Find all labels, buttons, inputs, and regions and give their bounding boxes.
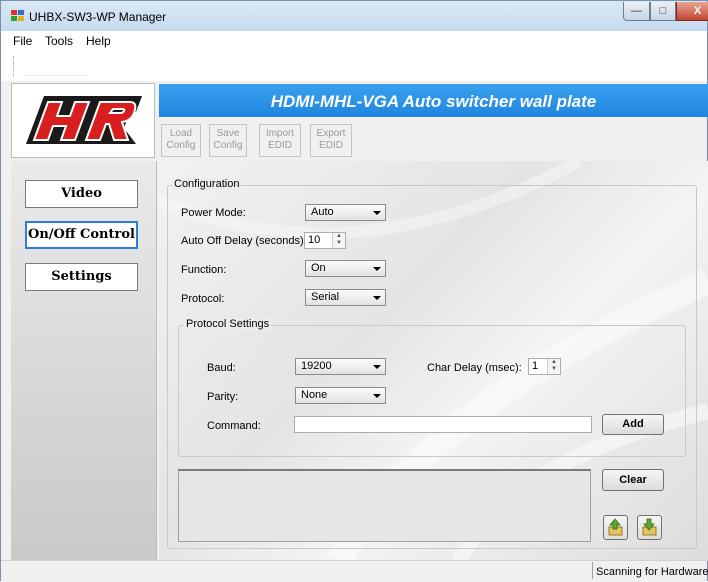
function-label: Function:: [181, 264, 227, 276]
export-edid-line2: EDID: [319, 140, 343, 151]
clear-button[interactable]: Clear: [602, 469, 664, 491]
char-delay-value: 1: [532, 360, 539, 372]
export-edid-line1: Export: [316, 128, 346, 139]
import-edid-line1: Import: [265, 128, 295, 139]
toolstrip-combo[interactable]: [25, 59, 87, 76]
power-mode-select[interactable]: Auto: [305, 204, 386, 221]
auto-off-delay-value: 10: [308, 234, 321, 246]
protocol-label: Protocol:: [181, 293, 225, 305]
banner: HDMI-MHL-VGA Auto switcher wall plate: [159, 84, 708, 117]
load-config-line1: Load: [169, 128, 193, 139]
command-label: Command:: [207, 420, 261, 432]
import-edid-line2: EDID: [268, 140, 292, 151]
status-separator: [592, 562, 593, 579]
tool-strip: [1, 51, 707, 81]
nav-settings-button[interactable]: Settings: [25, 263, 138, 291]
import-edid-button[interactable]: Import EDID: [259, 124, 301, 157]
spinner-arrows-icon[interactable]: ▲ ▼: [332, 233, 345, 248]
chevron-down-icon: [373, 211, 381, 215]
status-text: Scanning for Hardware ...: [596, 566, 708, 578]
auto-off-delay-spinner[interactable]: 10 ▲ ▼: [304, 232, 346, 249]
toolstrip-grip[interactable]: [13, 56, 16, 76]
upload-icon-button[interactable]: [603, 515, 628, 540]
banner-title: HDMI-MHL-VGA Auto switcher wall plate: [270, 92, 597, 111]
nav-onoff-control-button[interactable]: On/Off Control: [25, 221, 138, 249]
baud-value: 19200: [301, 360, 332, 372]
save-config-line2: Config: [213, 140, 243, 151]
save-config-line1: Save: [216, 128, 240, 139]
window-title: UHBX-SW3-WP Manager: [29, 10, 167, 24]
power-mode-value: Auto: [311, 206, 334, 218]
power-mode-label: Power Mode:: [181, 207, 246, 219]
menu-tools[interactable]: Tools: [45, 34, 73, 48]
protocol-select[interactable]: Serial: [305, 289, 386, 306]
logo: [11, 83, 155, 158]
add-button[interactable]: Add: [602, 414, 664, 435]
maximize-button[interactable]: □: [650, 2, 676, 21]
nav-video-button[interactable]: Video: [25, 180, 138, 208]
command-input[interactable]: [294, 416, 592, 433]
parity-value: None: [301, 389, 328, 401]
load-config-button[interactable]: Load Config: [161, 124, 201, 157]
sidebar: Video On/Off Control Settings: [11, 161, 157, 561]
auto-off-delay-label: Auto Off Delay (seconds):: [181, 235, 307, 247]
chevron-down-icon: [373, 394, 381, 398]
minimize-button[interactable]: —: [623, 2, 650, 21]
chevron-down-icon: [373, 296, 381, 300]
protocol-settings-group: [178, 325, 686, 457]
baud-label: Baud:: [207, 362, 236, 374]
spinner-arrows-icon[interactable]: ▲ ▼: [547, 359, 560, 374]
close-button[interactable]: X: [676, 2, 708, 21]
title-bar: UHBX-SW3-WP Manager — □ X: [1, 1, 708, 31]
menu-bar: File Tools Help: [1, 31, 707, 51]
char-delay-spinner[interactable]: 1 ▲ ▼: [528, 358, 561, 375]
chevron-down-icon: [373, 267, 381, 271]
configuration-title: Configuration: [172, 178, 242, 190]
app-icon: [11, 10, 24, 21]
chevron-down-icon: [373, 365, 381, 369]
parity-select[interactable]: None: [295, 387, 386, 404]
upload-icon: [608, 518, 623, 536]
app-window: UHBX-SW3-WP Manager — □ X File Tools Hel…: [0, 0, 708, 582]
save-config-button[interactable]: Save Config: [209, 124, 247, 157]
hr-logo-icon: [26, 96, 142, 144]
load-config-line2: Config: [166, 140, 196, 151]
download-icon-button[interactable]: [637, 515, 662, 540]
baud-select[interactable]: 19200: [295, 358, 386, 375]
char-delay-label: Char Delay (msec):: [427, 362, 522, 374]
function-value: On: [311, 262, 326, 274]
log-output-area[interactable]: [178, 469, 591, 542]
function-select[interactable]: On: [305, 260, 386, 277]
download-icon: [642, 518, 657, 536]
menu-file[interactable]: File: [13, 34, 32, 48]
parity-label: Parity:: [207, 391, 239, 403]
menu-help[interactable]: Help: [86, 34, 111, 48]
export-edid-button[interactable]: Export EDID: [310, 124, 352, 157]
protocol-settings-title: Protocol Settings: [184, 318, 272, 330]
protocol-value: Serial: [311, 291, 340, 303]
